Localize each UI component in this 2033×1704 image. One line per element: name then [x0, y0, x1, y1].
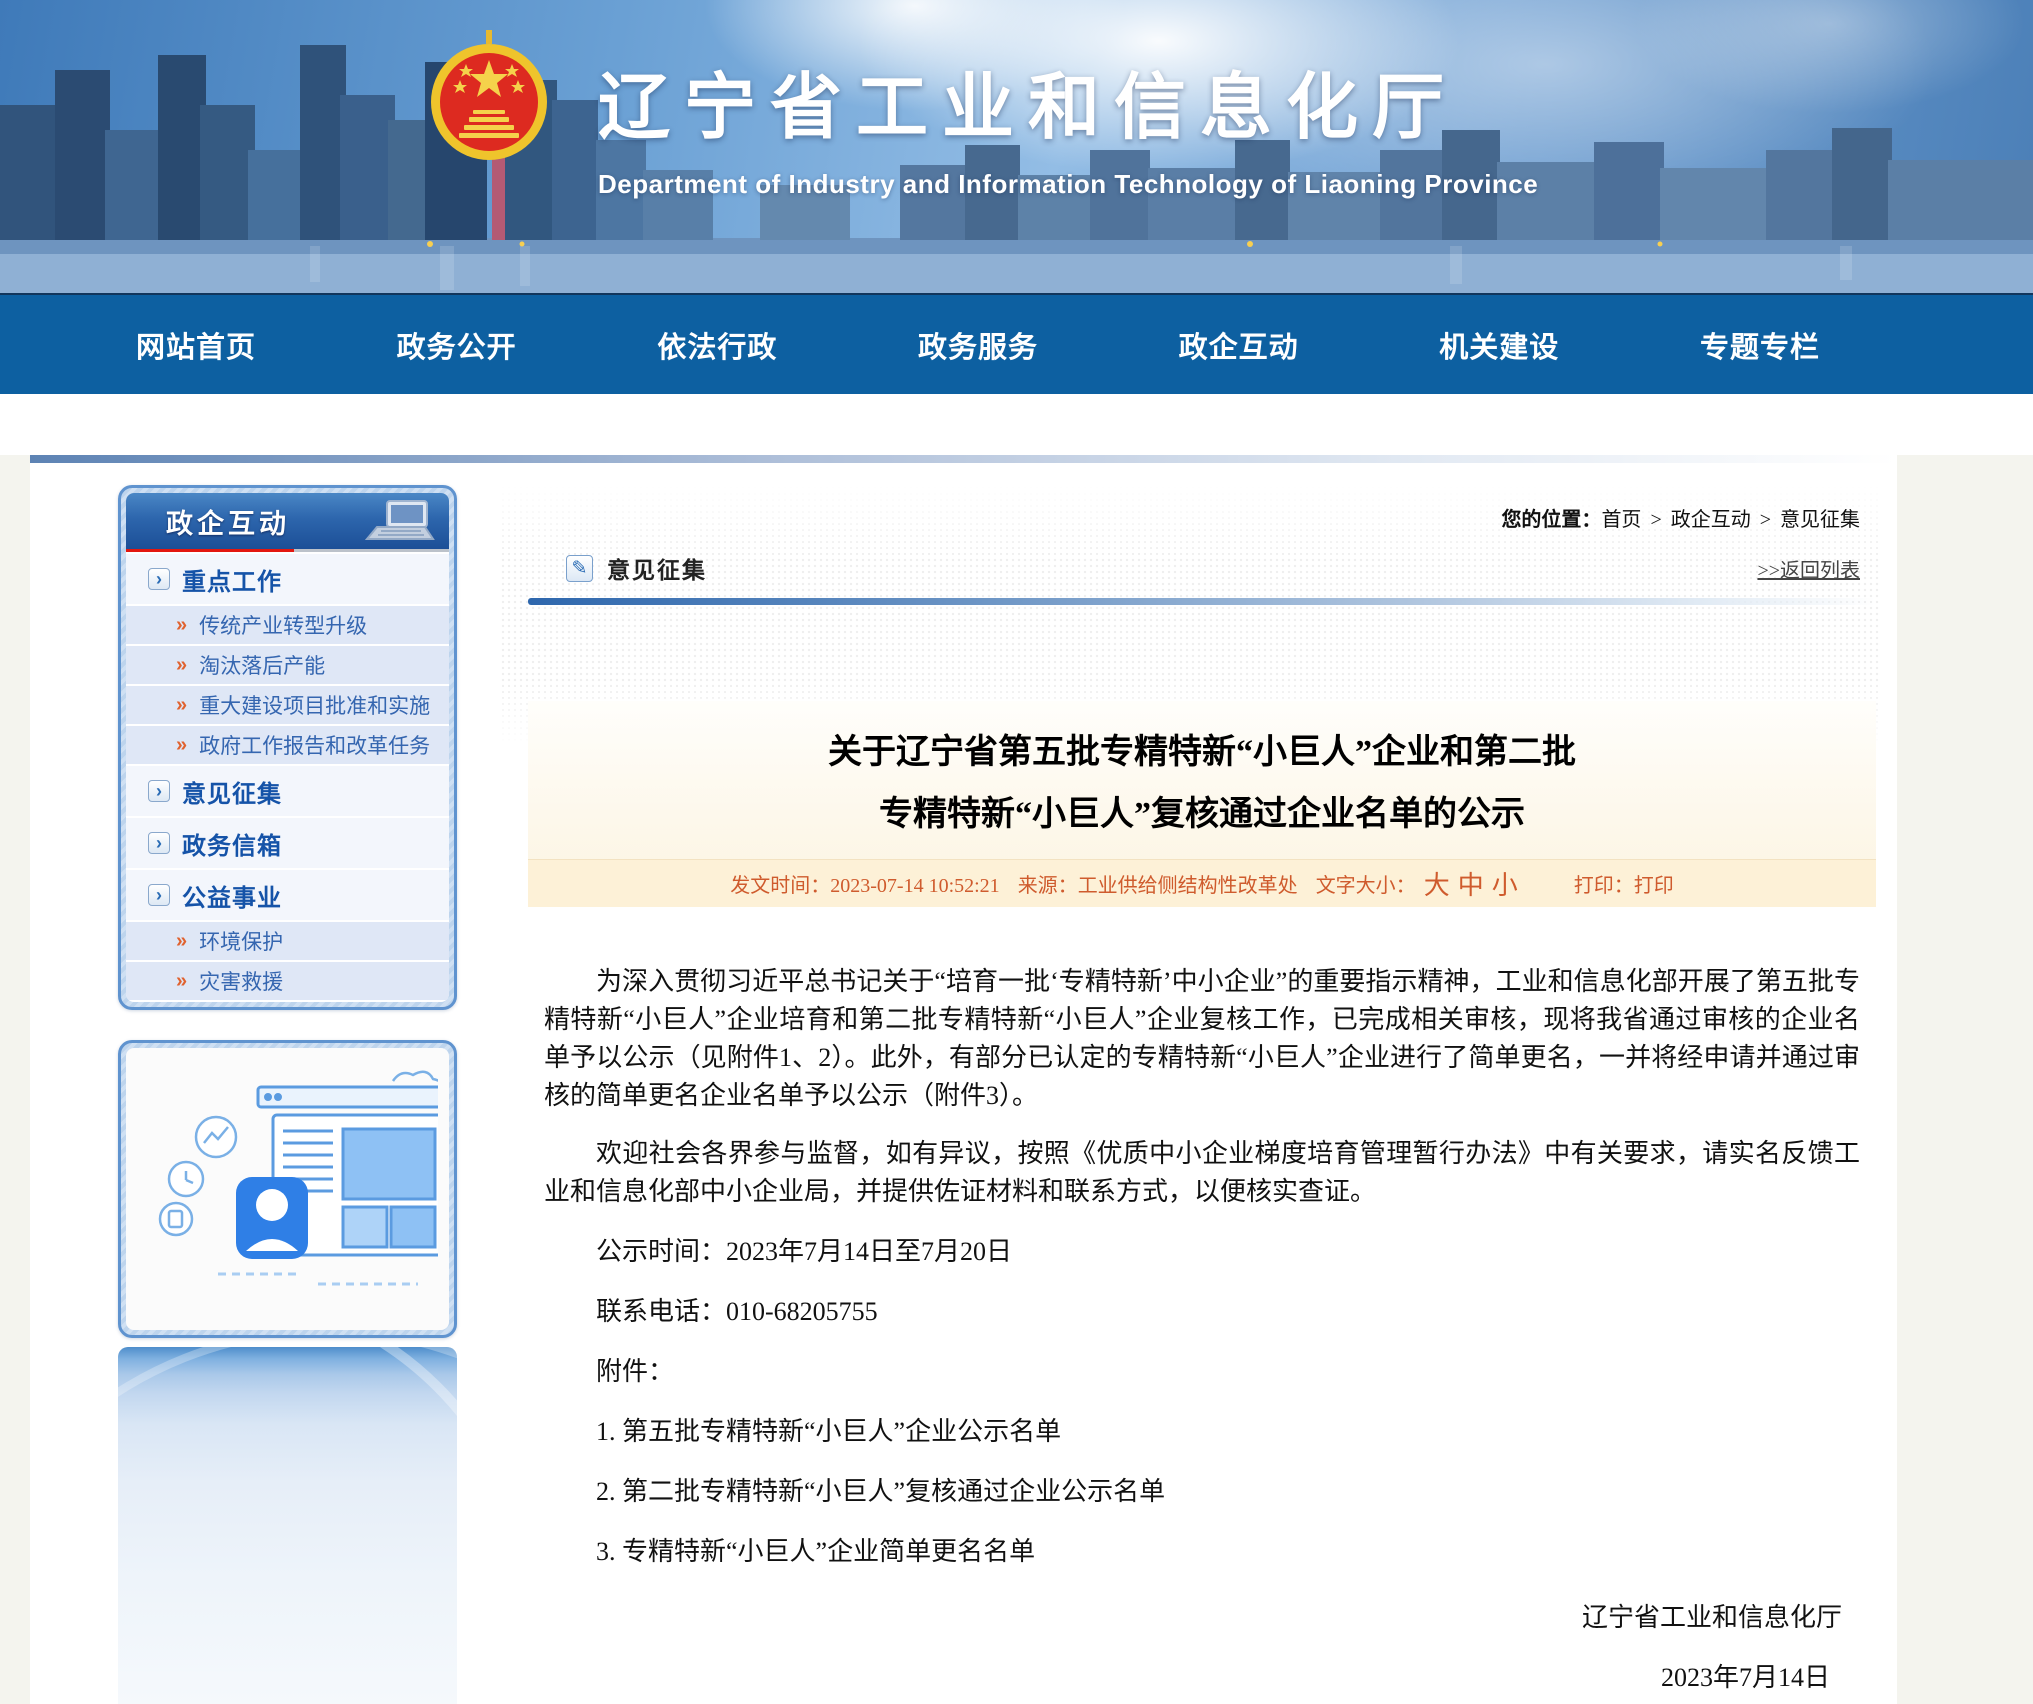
- attachment-link[interactable]: 2. 第二批专精特新“小巨人”复核通过企业公示名单: [544, 1473, 1860, 1511]
- arrow-icon: [176, 930, 187, 953]
- sidebar-item[interactable]: 环境保护: [126, 922, 449, 960]
- article-title-line2: 专精特新“小巨人”复核通过企业名单的公示: [528, 793, 1876, 837]
- arrow-icon: [148, 884, 170, 906]
- sidebar-menu-box: 政企互动: [118, 485, 457, 1010]
- arrow-icon: [176, 694, 187, 717]
- arrow-icon: [148, 832, 170, 854]
- nav-item[interactable]: 专题专栏: [1682, 324, 1838, 366]
- arrow-icon: [176, 734, 187, 757]
- signature-org: 辽宁省工业和信息化厅: [544, 1599, 1860, 1637]
- breadcrumb: 您的位置：首页 > 政企互动 > 意见征集: [528, 503, 1876, 532]
- print-button[interactable]: 打印: [1634, 869, 1674, 898]
- nav-item[interactable]: 依法行政: [639, 324, 795, 366]
- sidebar-header: 政企互动: [126, 493, 449, 549]
- breadcrumb-link[interactable]: 政企互动: [1671, 509, 1751, 531]
- sidebar-item[interactable]: 意见征集: [126, 766, 449, 816]
- online-service-illustration-icon: [138, 1059, 438, 1319]
- sidebar-item[interactable]: 重大建设项目批准和实施: [126, 686, 449, 724]
- article-body: 为深入贯彻习近平总书记关于“培育一批‘专精特新’中小企业”的重要指示精神，工业和…: [528, 963, 1876, 1697]
- section-header-row: ✎ 意见征集 >>返回列表: [528, 546, 1876, 590]
- contact-phone: 联系电话：010-68205755: [544, 1293, 1860, 1331]
- header-underline: [126, 549, 449, 552]
- sidebar-menu: 重点工作 传统产业转型升级 淘汰落后产能: [126, 552, 449, 1000]
- back-to-list-link[interactable]: >>返回列表: [1757, 554, 1860, 583]
- article-meta: 发文时间：2023-07-14 10:52:21 来源： 工业供给侧结构性改革处…: [528, 859, 1876, 907]
- content-sheet: 政企互动: [30, 455, 1897, 1704]
- nav-item[interactable]: 机关建设: [1421, 324, 1577, 366]
- sidebar-item[interactable]: 政务信箱: [126, 818, 449, 868]
- sidebar-item[interactable]: 重点工作: [126, 554, 449, 604]
- paragraph: 欢迎社会各界参与监督，如有异议，按照《优质中小企业梯度培育管理暂行办法》中有关要…: [544, 1135, 1860, 1211]
- paragraphs: 为深入贯彻习近平总书记关于“培育一批‘专精特新’中小企业”的重要指示精神，工业和…: [544, 963, 1860, 1211]
- arrow-icon: [148, 780, 170, 802]
- attachments-label: 附件：: [544, 1353, 1860, 1391]
- breadcrumb-separator: >: [1650, 509, 1661, 531]
- fontsize-large-button[interactable]: 大: [1424, 865, 1450, 902]
- article-title-line1: 关于辽宁省第五批专精特新“小巨人”企业和第二批: [528, 731, 1876, 775]
- section-title: 意见征集: [607, 551, 707, 585]
- sidebar-item[interactable]: 传统产业转型升级: [126, 606, 449, 644]
- signature-date: 2023年7月14日: [544, 1659, 1860, 1697]
- attachment-link[interactable]: 1. 第五批专精特新“小巨人”企业公示名单: [544, 1413, 1860, 1451]
- breadcrumb-items: 首页 > 政企互动 > 意见征集: [1601, 509, 1860, 531]
- breadcrumb-separator: >: [1760, 509, 1771, 531]
- national-emblem-icon: [428, 30, 550, 180]
- arrow-icon: [176, 614, 187, 637]
- arrow-icon: [176, 970, 187, 993]
- nav-item[interactable]: 网站首页: [118, 324, 274, 366]
- page-right-margin: [1897, 455, 2033, 1704]
- edit-pencil-icon: ✎: [566, 555, 593, 582]
- main-nav: 网站首页 政务公开 依法行政 政务服务 政企互动 机关建设 专题专栏: [0, 295, 2033, 394]
- nav-list: 网站首页 政务公开 依法行政 政务服务 政企互动 机关建设 专题专栏: [118, 295, 1838, 394]
- fontsize-small-button[interactable]: 小: [1492, 865, 1518, 902]
- attachments-list: 1. 第五批专精特新“小巨人”企业公示名单 2. 第二批专精特新“小巨人”复核通过…: [544, 1413, 1860, 1571]
- publicity-time: 公示时间：2023年7月14日至7月20日: [544, 1233, 1860, 1271]
- fontsize-medium-button[interactable]: 中: [1458, 865, 1484, 902]
- publish-time: 发文时间：2023-07-14 10:52:21: [730, 869, 999, 898]
- print-label: 打印：: [1574, 869, 1634, 898]
- nav-item[interactable]: 政企互动: [1161, 324, 1317, 366]
- paragraph: 为深入贯彻习近平总书记关于“培育一批‘专精特新’中小企业”的重要指示精神，工业和…: [544, 963, 1860, 1115]
- article-title-block: 关于辽宁省第五批专精特新“小巨人”企业和第二批 专精特新“小巨人”复核通过企业名…: [528, 701, 1876, 907]
- breadcrumb-link[interactable]: 首页: [1601, 509, 1641, 531]
- sidebar-header-title: 政企互动: [166, 502, 290, 541]
- attachment-link[interactable]: 3. 专精特新“小巨人”企业简单更名名单: [544, 1533, 1860, 1571]
- site-title: 辽宁省工业和信息化厅: [598, 48, 1698, 153]
- breadcrumb-label: 您的位置：: [1501, 509, 1601, 531]
- sidebar-illustration-box: [118, 1040, 457, 1338]
- sidebar-item[interactable]: 淘汰落后产能: [126, 646, 449, 684]
- site-subtitle: Department of Industry and Information T…: [598, 169, 1698, 200]
- main-column: 您的位置：首页 > 政企互动 > 意见征集 ✎ 意见征集 >>返回列表 关于辽宁省第五批…: [528, 455, 1876, 1697]
- arrow-icon: [176, 654, 187, 677]
- section-divider: [528, 598, 1876, 605]
- nav-item[interactable]: 政务服务: [900, 324, 1056, 366]
- nav-item[interactable]: 政务公开: [379, 324, 535, 366]
- spacer-band: [0, 394, 2033, 455]
- sidebar-decoration-panel: [118, 1347, 457, 1704]
- sidebar-item[interactable]: 政府工作报告和改革任务: [126, 726, 449, 764]
- sidebar-item[interactable]: 公益事业: [126, 870, 449, 920]
- breadcrumb-link[interactable]: 意见征集: [1780, 509, 1860, 531]
- fontsize-label: 文字大小：: [1316, 869, 1416, 898]
- site-banner: 辽宁省工业和信息化厅 Department of Industry and In…: [0, 0, 2033, 295]
- arrow-icon: [148, 568, 170, 590]
- laptop-icon: [347, 499, 443, 545]
- source-label: 来源：: [1018, 869, 1078, 898]
- source-value: 工业供给侧结构性改革处: [1078, 869, 1298, 898]
- sidebar-item[interactable]: 灾害救援: [126, 962, 449, 1000]
- article: 关于辽宁省第五批专精特新“小巨人”企业和第二批 专精特新“小巨人”复核通过企业名…: [528, 701, 1876, 1697]
